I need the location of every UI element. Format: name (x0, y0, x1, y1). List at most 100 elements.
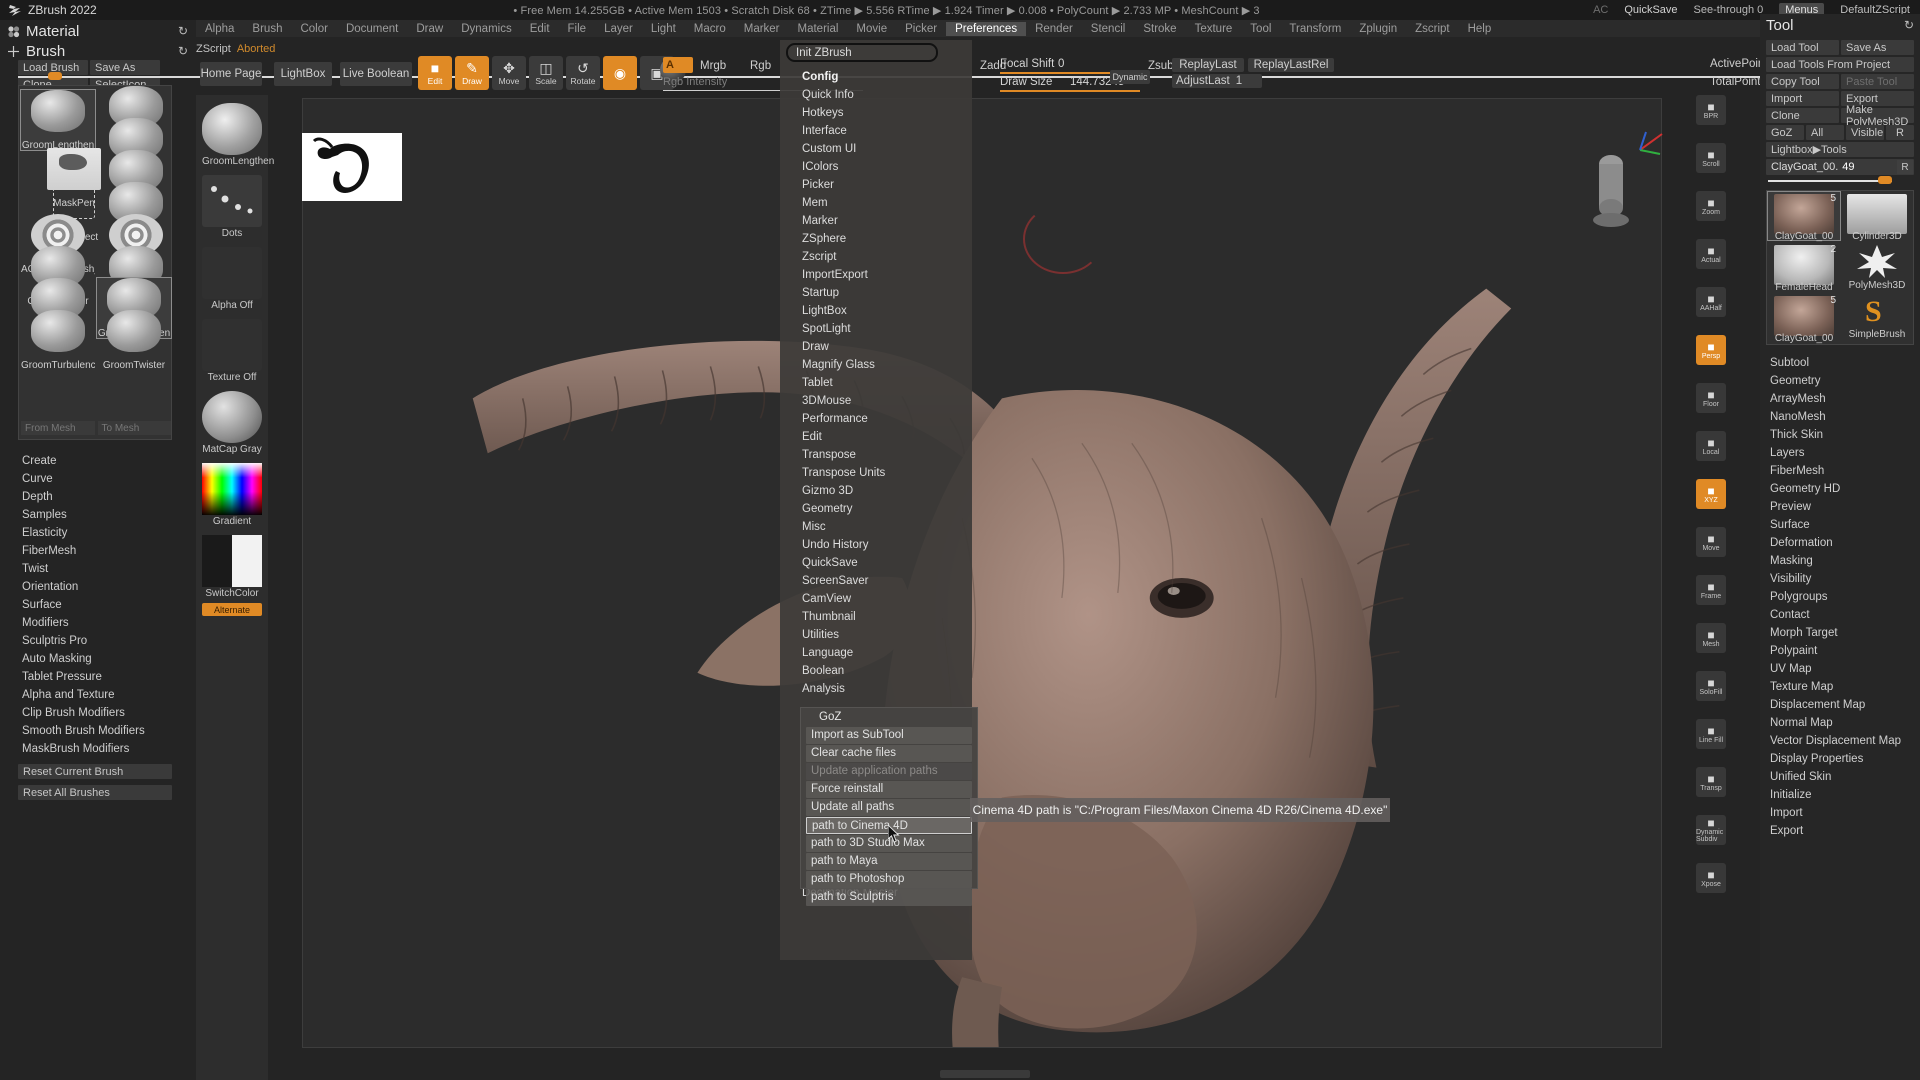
preferences-item-undo-history[interactable]: Undo History (780, 536, 972, 554)
preferences-item-utilities[interactable]: Utilities (780, 626, 972, 644)
quicksave-button[interactable]: QuickSave (1624, 4, 1677, 16)
menu-item-material[interactable]: Material (789, 22, 848, 36)
menu-item-dynamics[interactable]: Dynamics (452, 22, 520, 36)
lightbox-button[interactable]: LightBox (274, 62, 332, 86)
goz-item-path-to-maya[interactable]: path to Maya (806, 853, 972, 870)
goz-item-path-to-3d-studio-max[interactable]: path to 3D Studio Max (806, 835, 972, 852)
strip-button-solofill[interactable]: ■SoloFill (1696, 671, 1726, 701)
tool-section-layers[interactable]: Layers (1766, 444, 1914, 462)
tool-thumb-item[interactable]: Cylinder3D (1841, 192, 1913, 240)
tool-section-export[interactable]: Export (1766, 822, 1914, 840)
home-page-button[interactable]: Home Page (200, 62, 262, 86)
strip-button-transp[interactable]: ■Transp (1696, 767, 1726, 797)
rgb-intensity-label[interactable]: Rgb Intensity (663, 76, 727, 88)
ac-label[interactable]: AC (1593, 4, 1608, 16)
brush-item[interactable]: GroomTurbulenc (21, 310, 95, 370)
menu-item-macro[interactable]: Macro (685, 22, 735, 36)
tool-section-unified-skin[interactable]: Unified Skin (1766, 768, 1914, 786)
tool-thumb-item[interactable]: PolyMesh3D (1841, 241, 1913, 289)
menu-item-file[interactable]: File (559, 22, 596, 36)
alpha-channel-toggle[interactable]: A (663, 57, 693, 73)
tool-sections-list[interactable]: SubtoolGeometryArrayMeshNanoMeshThick Sk… (1766, 354, 1914, 840)
preferences-item-transpose-units[interactable]: Transpose Units (780, 464, 972, 482)
preferences-item-language[interactable]: Language (780, 644, 972, 662)
menu-item-render[interactable]: Render (1026, 22, 1082, 36)
preferences-item-edit[interactable]: Edit (780, 428, 972, 446)
preferences-item-spotlight[interactable]: SpotLight (780, 320, 972, 338)
preferences-item-analysis[interactable]: Analysis (780, 680, 972, 698)
menu-item-draw[interactable]: Draw (407, 22, 452, 36)
tool-thumb-item[interactable]: ClayGoat_005 (1768, 294, 1840, 342)
tool-section-visibility[interactable]: Visibility (1766, 570, 1914, 588)
sculpt-canvas[interactable] (302, 98, 1662, 1048)
brush-slider-knob[interactable] (48, 72, 62, 80)
draw-size-track[interactable] (1000, 90, 1140, 92)
preferences-search-input[interactable]: Init ZBrush (786, 43, 938, 62)
brush-thumbnail-grid[interactable]: GroomLengthenClayClayBuildupMaskPenStand… (18, 85, 172, 440)
live-boolean-button[interactable]: Live Boolean (340, 62, 412, 86)
brush-section-create[interactable]: Create (18, 452, 172, 470)
tool-button-r[interactable]: R (1886, 125, 1914, 140)
tool-section-geometry[interactable]: Geometry (1766, 372, 1914, 390)
brush-section-orientation[interactable]: Orientation (18, 578, 172, 596)
menu-item-texture[interactable]: Texture (1186, 22, 1242, 36)
menu-item-layer[interactable]: Layer (595, 22, 642, 36)
preferences-item-draw[interactable]: Draw (780, 338, 972, 356)
strip-button-actual[interactable]: ■Actual (1696, 239, 1726, 269)
preferences-item-geometry[interactable]: Geometry (780, 500, 972, 518)
menu-item-marker[interactable]: Marker (735, 22, 789, 36)
tool-button-clone[interactable]: Clone (1766, 108, 1839, 123)
strip-button-floor[interactable]: ■Floor (1696, 383, 1726, 413)
tool-button-lightbox-tools[interactable]: Lightbox▶Tools (1766, 142, 1914, 157)
strip-button-frame[interactable]: ■Frame (1696, 575, 1726, 605)
strip-button-aahalf[interactable]: ■AAHalf (1696, 287, 1726, 317)
replay-last-rel-button[interactable]: ReplayLastRel (1248, 58, 1334, 72)
tool-button-make-polymesh3d[interactable]: Make PolyMesh3D (1841, 108, 1914, 123)
brush-section-alpha-and-texture[interactable]: Alpha and Texture (18, 686, 172, 704)
tool-section-contact[interactable]: Contact (1766, 606, 1914, 624)
brush-section-sculptris-pro[interactable]: Sculptris Pro (18, 632, 172, 650)
shelf-texture-item[interactable]: Texture Off (202, 319, 262, 383)
preferences-item-quick-info[interactable]: Quick Info (780, 86, 972, 104)
edit-mode-button[interactable]: ■ Edit (418, 56, 452, 90)
brush-section-auto-masking[interactable]: Auto Masking (18, 650, 172, 668)
preferences-item-camview[interactable]: CamView (780, 590, 972, 608)
move-mode-button[interactable]: ✥ Move (492, 56, 526, 90)
goz-item-path-to-sculptris[interactable]: path to Sculptris (806, 889, 972, 906)
shelf-stroke-item[interactable]: Dots (202, 175, 262, 239)
tool-button-load-tool[interactable]: Load Tool (1766, 40, 1839, 55)
axis-gizmo[interactable] (1636, 128, 1666, 158)
goz-item-path-to-photoshop[interactable]: path to Photoshop (806, 871, 972, 888)
preferences-item-screensaver[interactable]: ScreenSaver (780, 572, 972, 590)
preferences-item-importexport[interactable]: ImportExport (780, 266, 972, 284)
preferences-item-startup[interactable]: Startup (780, 284, 972, 302)
tool-slider-r-button[interactable]: R (1897, 160, 1913, 174)
goz-item-clear-cache-files[interactable]: Clear cache files (806, 745, 972, 762)
strip-button-persp[interactable]: ■Persp (1696, 335, 1726, 365)
zsub-toggle[interactable]: Zsub (1148, 60, 1174, 72)
tool-section-uv-map[interactable]: UV Map (1766, 660, 1914, 678)
see-through-slider[interactable]: See-through 0 (1694, 4, 1764, 16)
preferences-item-marker[interactable]: Marker (780, 212, 972, 230)
menu-item-alpha[interactable]: Alpha (196, 22, 243, 36)
symmetry-button[interactable]: ◉ (603, 56, 637, 90)
brush-section-fibermesh[interactable]: FiberMesh (18, 542, 172, 560)
preferences-item-misc[interactable]: Misc (780, 518, 972, 536)
goz-item-update-all-paths[interactable]: Update all paths (806, 799, 972, 816)
dynamic-toggle[interactable]: Dynamic (1110, 70, 1150, 84)
menu-item-zscript[interactable]: Zscript (1406, 22, 1459, 36)
menu-item-movie[interactable]: Movie (847, 22, 896, 36)
brush-item[interactable]: GroomLengthen (21, 90, 95, 150)
brush-section-clip-brush-modifiers[interactable]: Clip Brush Modifiers (18, 704, 172, 722)
tool-section-import[interactable]: Import (1766, 804, 1914, 822)
goz-item-force-reinstall[interactable]: Force reinstall (806, 781, 972, 798)
refresh-icon[interactable]: ↻ (178, 24, 188, 38)
tool-panel-buttons[interactable]: Load ToolSave AsLoad Tools From ProjectC… (1760, 36, 1920, 157)
replay-last-button[interactable]: ReplayLast (1172, 58, 1244, 72)
save-as-button[interactable]: Save As (90, 60, 160, 75)
preferences-item-tablet[interactable]: Tablet (780, 374, 972, 392)
menu-item-transform[interactable]: Transform (1280, 22, 1350, 36)
tool-button-goz[interactable]: GoZ (1766, 125, 1804, 140)
strip-button-local[interactable]: ■Local (1696, 431, 1726, 461)
menu-item-zplugin[interactable]: Zplugin (1350, 22, 1406, 36)
